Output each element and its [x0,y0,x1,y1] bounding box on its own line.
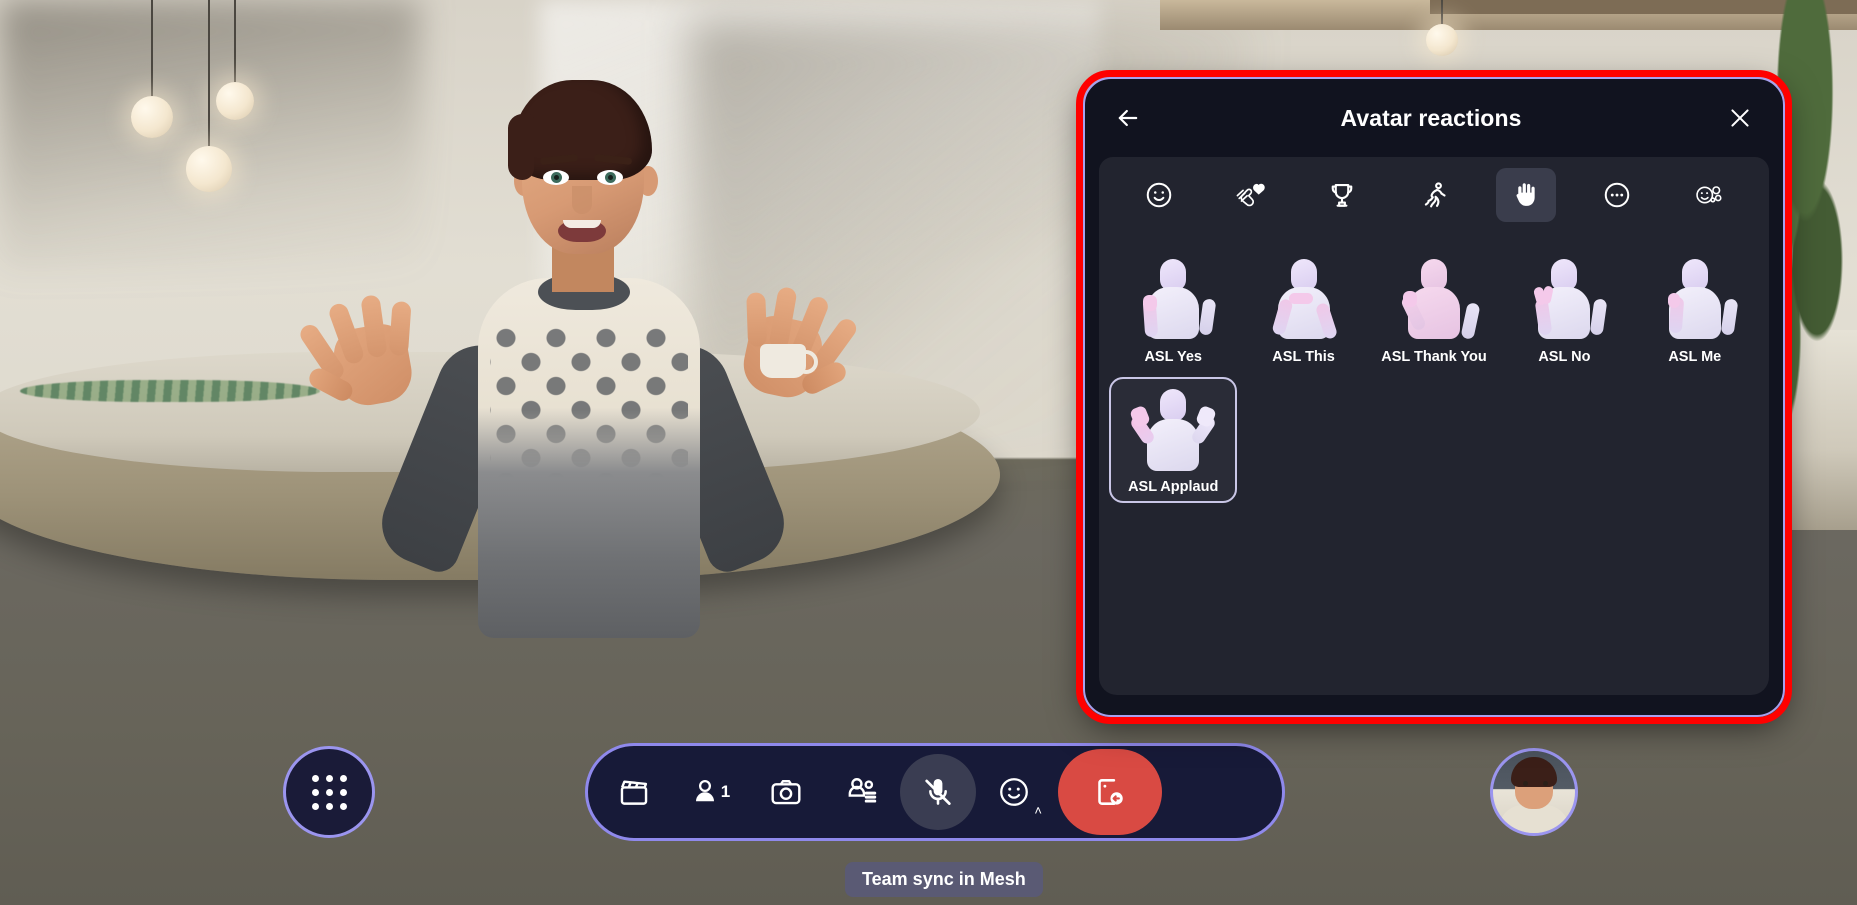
tab-applause[interactable] [1221,168,1281,222]
reaction-label: ASL This [1272,349,1335,365]
avatar-mouth [558,220,606,242]
people-chat-icon [848,778,877,803]
reaction-asl-no[interactable]: ASL No [1500,247,1628,373]
reaction-thumbnail [1128,253,1218,345]
panel-title: Avatar reactions [1340,104,1522,131]
reaction-label: ASL No [1538,349,1591,365]
reaction-asl-this[interactable]: ASL This [1239,247,1367,373]
tab-dance[interactable] [1404,168,1464,222]
grid-dots-icon [311,774,347,810]
app-screen: Avatar reactions ASL Yes ASL This ASL Th… [0,0,1857,905]
clapping-hands-heart-icon [1236,183,1265,207]
person-icon [695,779,714,802]
toolbar-scene-button[interactable] [596,754,672,830]
apps-grid-button[interactable] [283,746,375,838]
toolbar-reactions-button[interactable]: ˄ [976,754,1052,830]
reaction-thumbnail [1389,253,1481,345]
reaction-asl-thank-you[interactable]: ASL Thank You [1370,247,1498,373]
meeting-name-tooltip: Team sync in Mesh [845,862,1043,897]
tab-emoji[interactable] [1129,168,1189,222]
tab-asl[interactable] [1495,168,1556,222]
close-button[interactable] [1719,97,1761,139]
table-decor-band [20,380,320,402]
panel-header: Avatar reactions [1085,79,1783,157]
reaction-thumbnail [1128,383,1218,475]
microphone-muted-icon [925,778,951,805]
avatar-nose [572,186,592,214]
arrow-left-icon [1118,109,1138,127]
toolbar-mic-button[interactable] [900,754,976,830]
toolbar-leave-button[interactable] [1058,749,1162,835]
avatar-sweater-pattern [490,328,688,478]
reaction-thumbnail [1650,253,1740,345]
reaction-asl-me[interactable]: ASL Me [1631,247,1759,373]
trophy-icon [1331,183,1353,207]
avatar [1523,781,1528,786]
toolbar-camera-button[interactable] [748,754,824,830]
avatar [1543,781,1548,786]
reaction-label: ASL Yes [1144,349,1202,365]
camera-icon [771,780,801,805]
more-ellipsis-icon [1605,182,1630,208]
avatar-left-hand [296,284,434,422]
avatar-eye-right [597,170,623,185]
reaction-category-tabs [1099,157,1769,233]
reactions-grid-area: ASL Yes ASL This ASL Thank You ASL No AS… [1099,233,1769,695]
tab-celebrate[interactable] [1312,168,1372,222]
reaction-asl-yes[interactable]: ASL Yes [1109,247,1237,373]
avatar [1499,805,1569,833]
avatar-eye-left [543,170,569,185]
participant-count: 1 [720,782,731,801]
reaction-label: ASL Me [1668,349,1722,365]
dancing-person-icon [1424,182,1446,208]
user-avatar-character [296,60,860,640]
avatar [1511,757,1557,787]
reaction-settings-icon [1696,186,1722,204]
pendant-lamp-4 [1424,0,1460,70]
coffee-mug [760,344,818,378]
smiley-face-icon [1000,778,1028,806]
reaction-thumbnail [1519,253,1609,345]
toolbar-chat-button[interactable] [824,754,900,830]
toolbar-participants-button[interactable]: 1 [672,754,748,830]
raised-hand-icon [1516,183,1535,206]
pendant-lamp-2 [130,0,174,140]
leave-door-icon [1098,779,1123,805]
self-view-avatar[interactable] [1490,748,1578,836]
clapperboard-icon [620,780,648,805]
tab-reaction-settings[interactable] [1679,168,1739,222]
reaction-asl-applaud[interactable]: ASL Applaud [1109,377,1238,503]
smiley-face-icon [1146,182,1172,208]
reaction-label: ASL Applaud [1128,479,1219,495]
reaction-thumbnail [1259,253,1349,345]
chevron-up-icon: ˄ [1034,803,1042,818]
avatar-hair [508,80,652,180]
avatar-reactions-panel: Avatar reactions ASL Yes ASL This ASL Th… [1083,77,1785,717]
close-icon [1731,109,1749,127]
tab-more[interactable] [1587,168,1647,222]
reactions-grid: ASL Yes ASL This ASL Thank You ASL No AS… [1109,247,1759,503]
reaction-label: ASL Thank You [1381,349,1487,365]
meeting-toolbar: 1 ˄ [585,743,1285,841]
pendant-lamp-3 [185,0,233,200]
